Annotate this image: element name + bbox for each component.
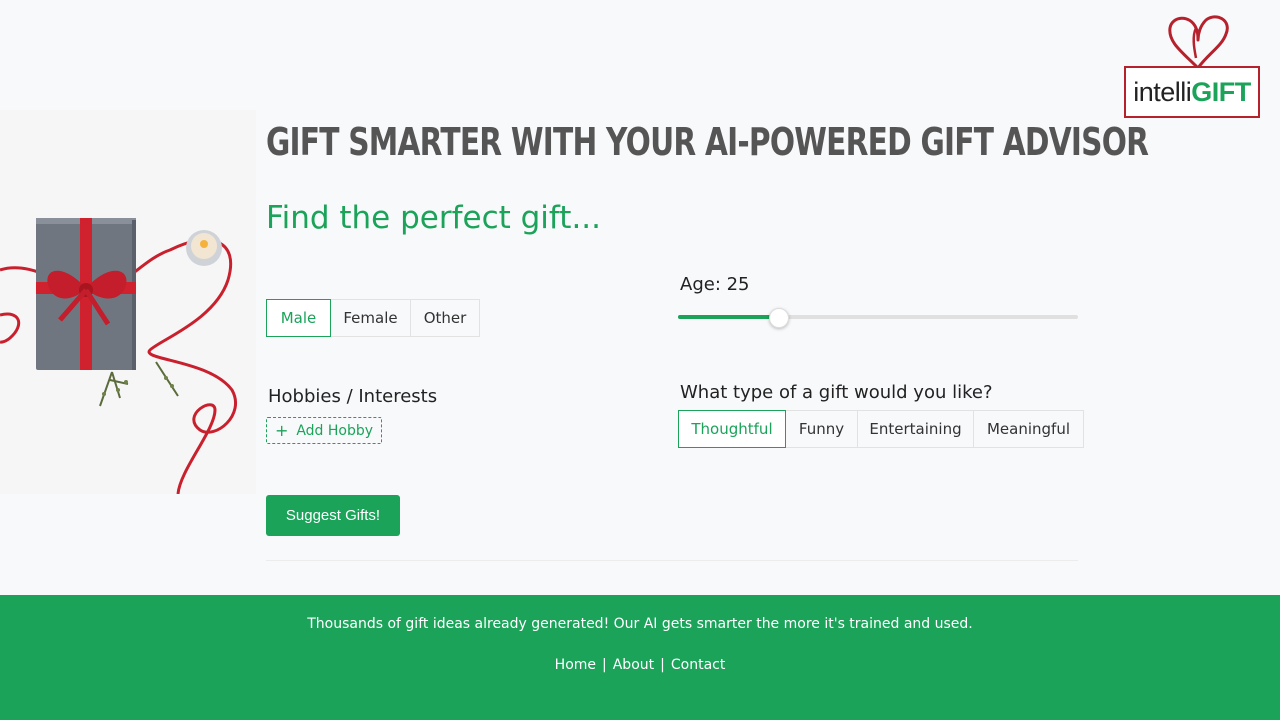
intelligift-logo[interactable]: intelli GIFT <box>1124 14 1264 120</box>
gift-illustration <box>0 110 256 494</box>
gift-type-meaningful[interactable]: Meaningful <box>973 410 1084 448</box>
add-hobby-button[interactable]: + Add Hobby <box>266 417 382 444</box>
logo-wordmark: intelli GIFT <box>1124 66 1260 118</box>
section-divider <box>266 560 1078 561</box>
site-footer: Thousands of gift ideas already generate… <box>0 595 1280 720</box>
gender-option-other[interactable]: Other <box>410 299 480 337</box>
gender-option-female[interactable]: Female <box>330 299 411 337</box>
gender-option-male[interactable]: Male <box>266 299 331 337</box>
footer-link-contact[interactable]: Contact <box>671 657 725 673</box>
age-label: Age: 25 <box>680 274 750 295</box>
age-slider-fill <box>678 315 778 319</box>
heart-ribbon-icon <box>1168 15 1229 70</box>
footer-separator: | <box>602 657 607 673</box>
gift-type-entertaining[interactable]: Entertaining <box>857 410 974 448</box>
footer-link-home[interactable]: Home <box>555 657 596 673</box>
footer-tagline: Thousands of gift ideas already generate… <box>307 616 973 632</box>
age-slider[interactable] <box>678 308 1078 328</box>
footer-separator: | <box>660 657 665 673</box>
plus-icon: + <box>274 420 289 440</box>
page-headline: GIFT SMARTER WITH YOUR AI-POWERED GIFT A… <box>266 120 1149 164</box>
gift-type-selector: Thoughtful Funny Entertaining Meaningful <box>678 410 1084 448</box>
gift-type-question: What type of a gift would you like? <box>680 382 993 403</box>
gift-hero-image <box>0 110 256 494</box>
logo-text-light: intelli <box>1133 76 1192 107</box>
logo-text-bold: GIFT <box>1191 76 1251 107</box>
gender-selector: Male Female Other <box>266 299 480 337</box>
suggest-gifts-button[interactable]: Suggest Gifts! <box>266 495 400 536</box>
gift-type-funny[interactable]: Funny <box>785 410 858 448</box>
page-subheading: Find the perfect gift... <box>266 200 602 236</box>
add-hobby-label: Add Hobby <box>296 422 374 439</box>
age-slider-thumb[interactable] <box>769 308 789 328</box>
gift-type-thoughtful[interactable]: Thoughtful <box>678 410 786 448</box>
footer-links: Home | About | Contact <box>0 657 1280 673</box>
hobbies-label: Hobbies / Interests <box>268 386 438 407</box>
footer-link-about[interactable]: About <box>613 657 654 673</box>
